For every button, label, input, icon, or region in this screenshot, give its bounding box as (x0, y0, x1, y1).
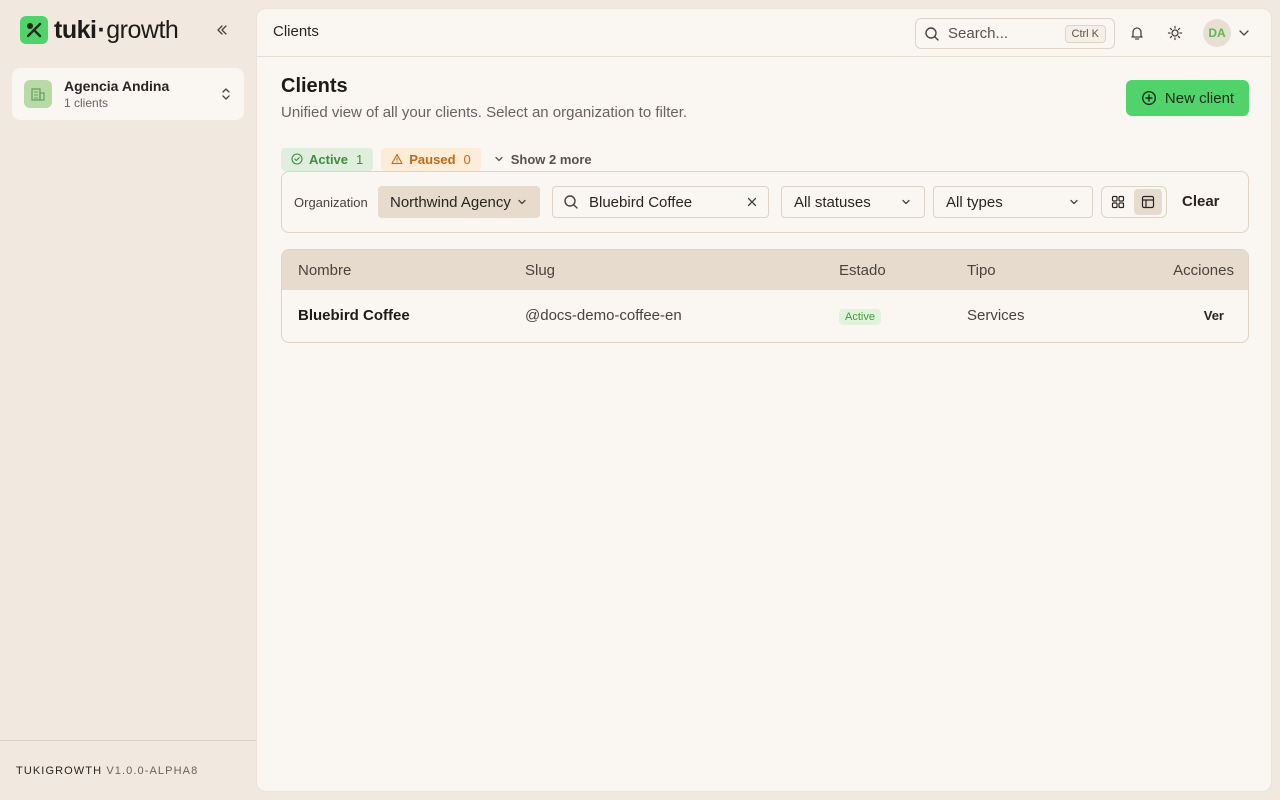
client-search-input[interactable] (589, 193, 736, 211)
new-client-button[interactable]: New client (1126, 80, 1249, 116)
user-avatar[interactable]: DA (1203, 19, 1231, 47)
brand-name: tuki·growth (54, 16, 179, 44)
header-type[interactable]: Tipo (967, 262, 996, 279)
page-title: Clients (281, 75, 348, 97)
main-panel: Clients Ctrl K DA Clients Unifie (256, 8, 1272, 792)
chevron-down-icon (902, 199, 910, 205)
status-badge: Active (839, 309, 881, 325)
organization-client-count: 1 clients (64, 96, 109, 110)
status-chips: Active 1 Paused 0 Show 2 more (281, 147, 596, 171)
app-version: V1.0.0-ALPHA8 (106, 765, 199, 777)
sun-icon (1167, 25, 1183, 41)
chevron-down-icon (518, 199, 526, 205)
show-more-button[interactable]: Show 2 more (489, 148, 596, 171)
organization-select[interactable]: Northwind Agency (378, 186, 540, 218)
sidebar-footer: TUKIGROWTH V1.0.0-ALPHA8 (0, 740, 256, 800)
global-search-input[interactable] (948, 25, 1057, 42)
chevrons-left-icon (217, 25, 227, 35)
check-circle-icon (291, 153, 303, 165)
search-shortcut: Ctrl K (1064, 24, 1106, 43)
view-client-button[interactable]: Ver (1204, 308, 1224, 323)
paused-count: 0 (463, 151, 471, 167)
warning-icon (391, 153, 403, 165)
building-icon (24, 80, 52, 108)
clients-table: Nombre Slug Estado Tipo Acciones Bluebir… (281, 249, 1249, 343)
header-name[interactable]: Nombre (298, 262, 351, 279)
breadcrumb-title: Clients (273, 23, 319, 40)
chevrons-up-down-icon (222, 88, 230, 100)
notifications-button[interactable] (1127, 23, 1147, 43)
table-icon (1141, 195, 1155, 209)
view-toggle (1101, 186, 1167, 218)
tuki-logo-icon (20, 16, 48, 44)
bell-icon (1131, 27, 1143, 40)
filters-bar: Organization Northwind Agency All status… (281, 171, 1249, 233)
search-icon (925, 26, 939, 41)
app-name: TUKIGROWTH (16, 765, 103, 777)
global-search[interactable]: Ctrl K (915, 18, 1115, 49)
active-count: 1 (356, 151, 364, 167)
brand-logo[interactable]: tuki·growth (20, 16, 179, 44)
client-name[interactable]: Bluebird Coffee (298, 307, 410, 324)
theme-toggle-button[interactable] (1165, 23, 1185, 43)
client-search[interactable] (552, 186, 769, 218)
client-type: Services (967, 307, 1025, 324)
chevron-down-icon (1070, 199, 1078, 205)
sidebar: tuki·growth Agencia Andina 1 clients TUK… (0, 0, 256, 800)
status-select[interactable]: All statuses (781, 186, 925, 218)
client-slug: @docs-demo-coffee-en (525, 307, 682, 324)
topbar: Clients Ctrl K DA (257, 9, 1271, 57)
page-subtitle: Unified view of all your clients. Select… (281, 104, 688, 121)
organization-switcher[interactable]: Agencia Andina 1 clients (12, 68, 244, 120)
table-header: Nombre Slug Estado Tipo Acciones (282, 250, 1248, 290)
new-client-label: New client (1164, 89, 1235, 107)
chevron-down-icon[interactable] (1237, 26, 1251, 40)
header-status[interactable]: Estado (839, 262, 886, 279)
grid-view-button[interactable] (1104, 189, 1132, 215)
table-row[interactable]: Bluebird Coffee @docs-demo-coffee-en Act… (282, 290, 1248, 342)
collapse-sidebar-button[interactable] (212, 20, 232, 40)
organization-filter-label: Organization (294, 195, 368, 210)
close-icon[interactable] (746, 196, 758, 208)
clear-filters-button[interactable]: Clear (1182, 193, 1220, 210)
chip-paused[interactable]: Paused 0 (381, 147, 481, 171)
grid-icon (1111, 195, 1125, 209)
organization-name: Agencia Andina (64, 78, 170, 94)
table-view-button[interactable] (1134, 189, 1162, 215)
search-icon (564, 195, 578, 209)
plus-circle-icon (1141, 90, 1156, 106)
header-slug[interactable]: Slug (525, 262, 555, 279)
chevron-down-icon (495, 156, 503, 162)
type-select[interactable]: All types (933, 186, 1093, 218)
header-actions: Acciones (1173, 262, 1234, 279)
chip-active[interactable]: Active 1 (281, 147, 374, 171)
